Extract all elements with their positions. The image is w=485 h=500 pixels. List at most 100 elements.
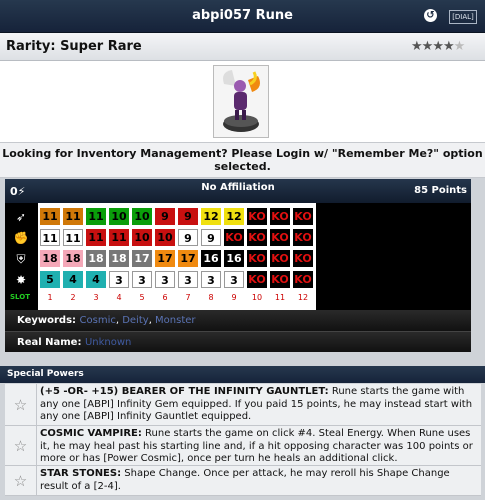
dial-cell: 17 [155,250,175,267]
slot-number: 3 [93,293,99,302]
keywords-row: Keywords: Cosmic, Deity, Monster [5,310,471,331]
keywords-label: Keywords: [17,315,77,326]
real-name-label: Real Name: [17,337,82,348]
dial-cell: 9 [178,229,198,246]
dial-cell: 18 [86,250,106,267]
dial-cell: KO [270,250,290,267]
slot-number: 12 [297,293,309,302]
keyword-link[interactable]: Deity [122,315,148,326]
slot-number: 5 [139,293,145,302]
power-name: STAR STONES: [40,468,122,479]
star-icon: ☆ [5,384,37,425]
figure-image[interactable] [213,65,269,138]
dial-cell: 11 [63,229,83,246]
dial-cell: 11 [40,229,60,246]
dial-cell: KO [293,250,313,267]
dial-cell: 17 [132,250,152,267]
star-icon: ☆ [5,426,37,465]
figure-image-area [0,61,485,142]
slot-number: 7 [185,293,191,302]
slot-label: SLOT [10,293,30,301]
dial-cell: 3 [178,271,198,288]
dial-cell: 12 [224,208,244,225]
slot-number: 9 [231,293,237,302]
star-icon: ★ [453,39,466,54]
rarity-label: Rarity: Super Rare [6,39,142,54]
power-item: ☆ STAR STONES: Shape Change. Once per at… [5,466,481,496]
dial-cell: 4 [86,271,106,288]
dial-cell: 16 [201,250,221,267]
dial-cell: 11 [63,208,83,225]
slot-number: 10 [251,293,263,302]
combat-dial: ➶ ✊ ⛨ ✸ SLOT 11 11 11 10 10 9 9 12 12 KO KO KO 11 11 1… [5,203,471,310]
dial-cell: 11 [86,208,106,225]
dial-cell: 3 [201,271,221,288]
dial-cell: 3 [155,271,175,288]
dial-cell: KO [247,271,267,288]
dial-cell: 18 [109,250,129,267]
dial-cell: 17 [178,250,198,267]
dial-cell: 10 [132,208,152,225]
attack-icon: ✊ [13,231,29,245]
dial-cell: KO [270,208,290,225]
dial-cell: KO [293,208,313,225]
defense-icon: ⛨ [16,252,26,266]
title-bar: abpi057 Rune ↺ [DIAL] [0,0,485,33]
damage-icon: ✸ [15,273,27,287]
power-name: COSMIC VAMPIRE: [40,428,142,439]
dial-cell: KO [247,208,267,225]
dial-cell: KO [270,229,290,246]
dial-cell: 10 [155,229,175,246]
dial-cell: 12 [201,208,221,225]
keyword-link[interactable]: Cosmic [80,315,116,326]
dial-cell: 3 [132,271,152,288]
refresh-icon[interactable]: ↺ [424,9,437,22]
power-item: ☆ COSMIC VAMPIRE: Rune starts the game o… [5,426,481,466]
login-notice: Looking for Inventory Management? Please… [0,142,485,178]
dial-cell: KO [247,250,267,267]
affiliation: No Affiliation [201,182,275,193]
power-name: (+5 -OR- +15) BEARER OF THE INFINITY GAU… [40,386,329,397]
rating-stars: ★★★★★ [411,39,466,54]
point-value: 85 Points [414,185,467,196]
star-icon: ★ [432,39,444,54]
slot-number: 11 [274,293,286,302]
speed-icon: ➶ [15,210,27,224]
star-icon: ★ [411,39,423,54]
dial-cell: 10 [132,229,152,246]
dial-cell: 3 [224,271,244,288]
dial-cell: 3 [109,271,129,288]
power-item: ☆ (+5 -OR- +15) BEARER OF THE INFINITY G… [5,384,481,426]
dial-cell: KO [270,271,290,288]
star-icon: ☆ [5,466,37,495]
dial-cell: 9 [178,208,198,225]
dial-cell: 16 [224,250,244,267]
dial-cell: 4 [63,271,83,288]
keyword-link[interactable]: Monster [155,315,195,326]
dial-cell: 11 [86,229,106,246]
special-powers-header: Special Powers [0,366,485,383]
slot-number: 2 [70,293,76,302]
dial-cell: 18 [63,250,83,267]
dial-cell: KO [247,229,267,246]
dial-cell: 18 [40,250,60,267]
star-icon: ★ [421,39,434,54]
slot-number: 8 [208,293,214,302]
dial-cell: 5 [40,271,60,288]
slot-number: 4 [116,293,122,302]
dial-cell: 11 [109,229,129,246]
dial-cell: KO [293,271,313,288]
rarity-bar: Rarity: Super Rare ★★★★★ [0,33,485,61]
slot-number: 1 [47,293,53,302]
dial-cell: KO [224,229,244,246]
slot-number: 6 [162,293,168,302]
star-icon: ★ [442,39,455,54]
dial-button[interactable]: [DIAL] [449,10,477,24]
dial-cell: KO [293,229,313,246]
real-name-value: Unknown [84,337,132,348]
real-name-row: Real Name: Unknown [5,331,471,352]
dial-header: 0⚡ No Affiliation 85 Points [5,179,471,203]
dial-cell: 10 [109,208,129,225]
page-title: abpi057 Rune [192,8,293,23]
dial-cell: 9 [155,208,175,225]
